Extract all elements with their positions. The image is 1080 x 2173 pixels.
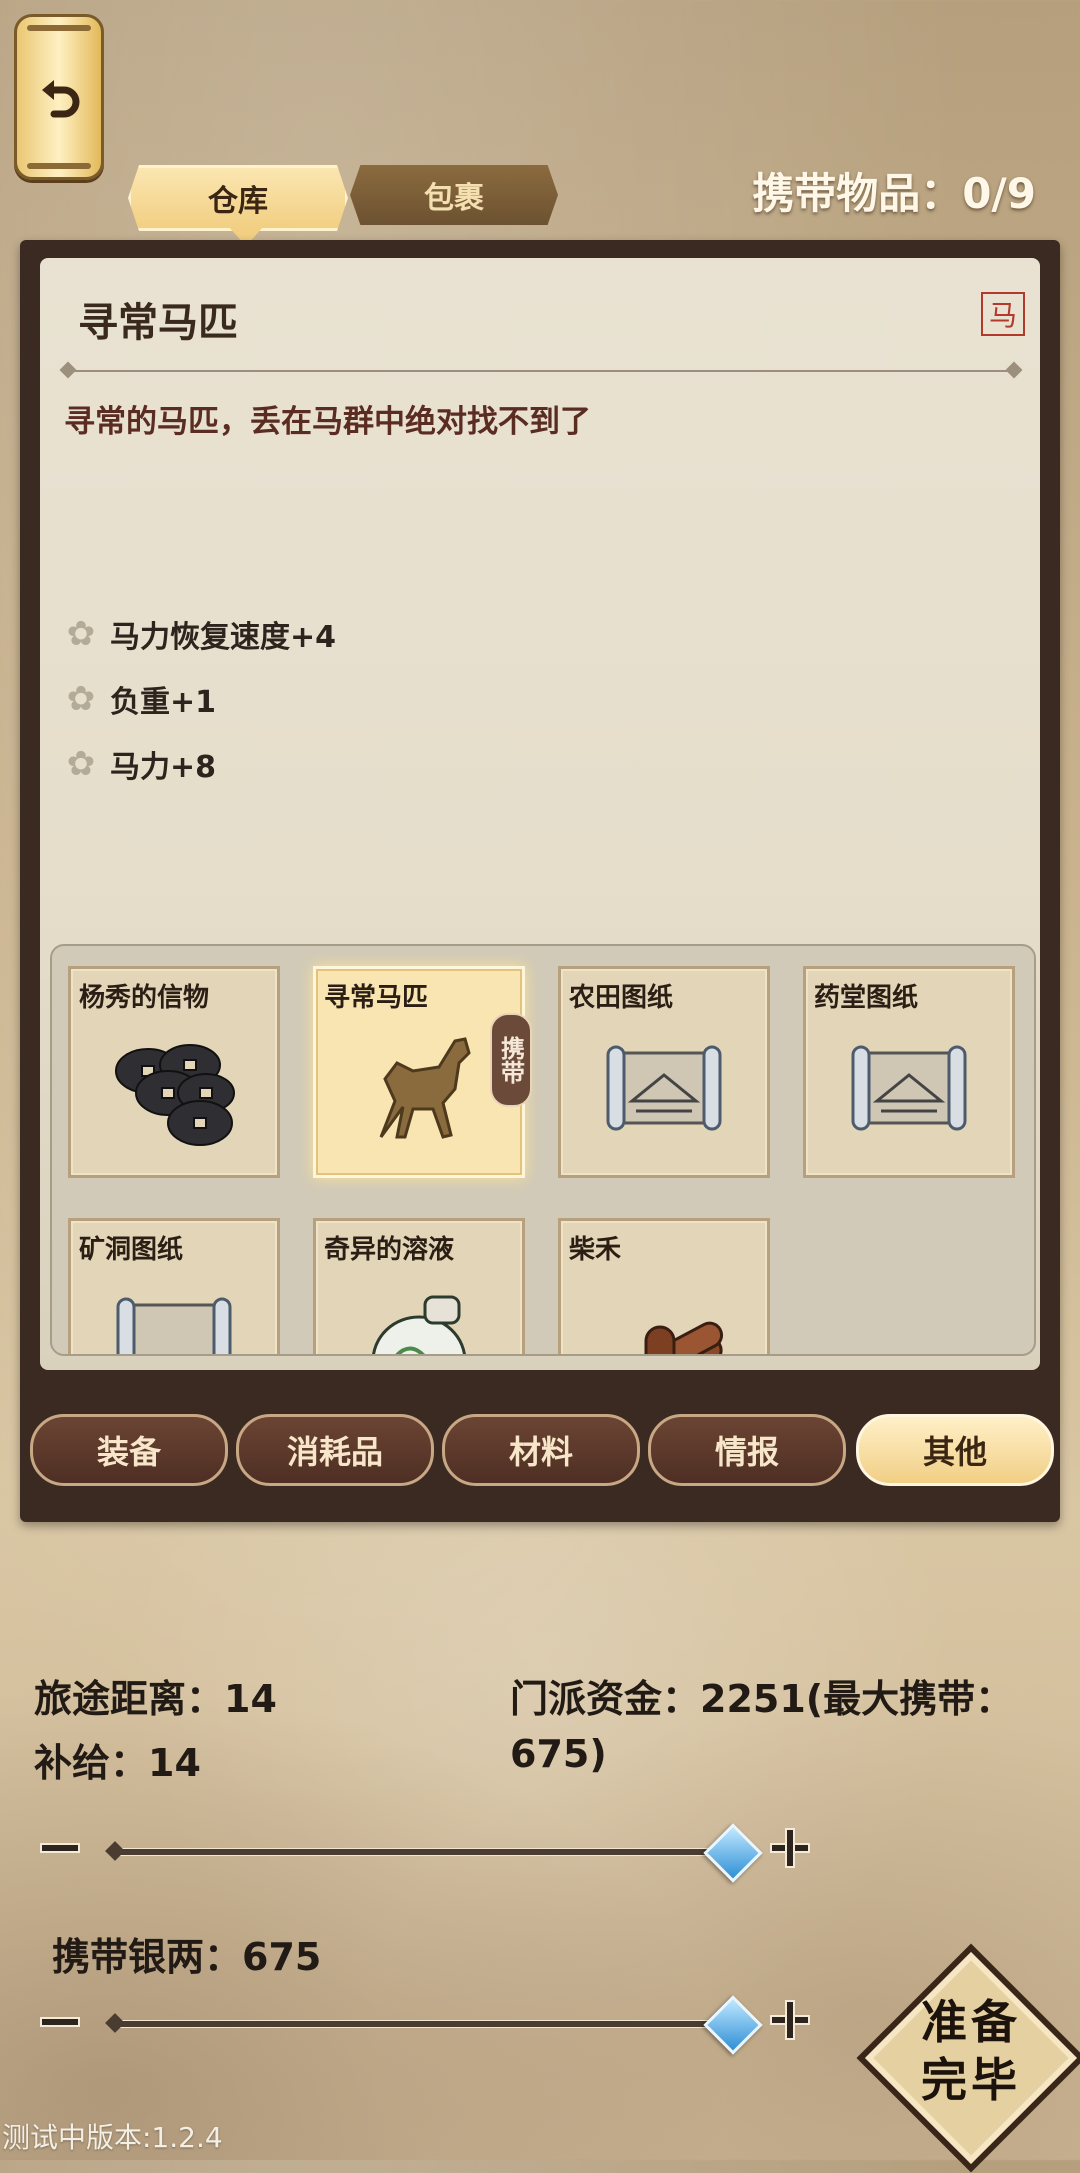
item-type-seal: 马: [981, 292, 1025, 336]
item-name: 矿洞图纸: [79, 1235, 184, 1265]
ready-line-1: 准备: [921, 1995, 1021, 2049]
sect-funds-max: 675): [510, 1732, 607, 1776]
flower-icon: ✿: [66, 614, 96, 654]
potion-icon: [372, 1295, 466, 1354]
item-slot[interactable]: 矿洞图纸: [68, 1218, 280, 1354]
tab-package[interactable]: 包裹: [350, 165, 558, 225]
category-other[interactable]: 其他: [856, 1414, 1054, 1486]
scroll-icon: [851, 1045, 967, 1131]
travel-distance: 旅途距离：14: [34, 1677, 277, 1721]
item-name: 药堂图纸: [814, 983, 919, 1013]
coins-icon: [115, 1044, 235, 1146]
carry-count: 携带物品：0/9: [752, 169, 1036, 218]
item-name: 杨秀的信物: [79, 983, 210, 1013]
flower-icon: ✿: [66, 744, 96, 784]
scroll-icon: [606, 1045, 722, 1131]
stat-text: 马力恢复速度+4: [110, 620, 337, 655]
back-arrow-icon: [42, 80, 80, 118]
item-description: 寻常的马匹，丢在马群中绝对找不到了: [64, 404, 591, 440]
item-slot[interactable]: 农田图纸: [558, 966, 770, 1178]
stat-row: ✿ 马力恢复速度+4: [64, 612, 336, 656]
category-intel[interactable]: 情报: [648, 1414, 846, 1486]
silver-slider-track[interactable]: [112, 2020, 734, 2028]
back-button[interactable]: [14, 14, 104, 180]
flower-icon: ✿: [66, 679, 96, 719]
ready-button[interactable]: 准备 完毕: [856, 1943, 1080, 2173]
category-equipment[interactable]: 装备: [30, 1414, 228, 1486]
item-name: 柴禾: [569, 1235, 622, 1265]
item-slot[interactable]: 柴禾: [558, 1218, 770, 1354]
supply-slider-track[interactable]: [112, 1848, 734, 1856]
stat-text: 马力+8: [110, 750, 217, 785]
supply-plus-button[interactable]: [770, 1828, 810, 1868]
item-name: 奇异的溶液: [324, 1235, 455, 1265]
silver-minus-button[interactable]: [40, 2002, 80, 2042]
category-consumables[interactable]: 消耗品: [236, 1414, 434, 1486]
stat-text: 负重+1: [110, 685, 217, 720]
ready-line-2: 完毕: [921, 2053, 1021, 2107]
carry-tag: 携带: [490, 1013, 532, 1107]
ready-button-label: 准备 完毕: [896, 1993, 1046, 2109]
stat-row: ✿ 负重+1: [64, 677, 216, 721]
supply-minus-button[interactable]: [40, 1828, 80, 1868]
tab-warehouse[interactable]: 仓库: [128, 165, 348, 231]
version-label: 测试中版本:1.2.4: [2, 2121, 223, 2154]
category-materials[interactable]: 材料: [442, 1414, 640, 1486]
item-slot-selected[interactable]: 寻常马匹 携带: [313, 966, 532, 1178]
item-grid[interactable]: 杨秀的信物 寻常马匹 携带 农田图纸 药堂图纸 矿洞图纸 奇异的溶液 柴禾: [50, 944, 1036, 1356]
carry-silver: 携带银两：675: [52, 1935, 322, 1979]
item-slot[interactable]: 杨秀的信物: [68, 966, 280, 1178]
detail-divider: [66, 370, 1016, 372]
item-name: 寻常马匹: [324, 983, 429, 1013]
firewood-icon: [619, 1321, 724, 1354]
silver-plus-button[interactable]: [770, 2000, 810, 2040]
horse-icon: [379, 1037, 471, 1139]
scroll-icon: [116, 1297, 232, 1354]
item-name: 农田图纸: [569, 983, 674, 1013]
item-slot[interactable]: 奇异的溶液: [313, 1218, 525, 1354]
stat-row: ✿ 马力+8: [64, 742, 216, 786]
item-slot[interactable]: 药堂图纸: [803, 966, 1015, 1178]
supply-amount: 补给：14: [34, 1741, 201, 1785]
item-detail-title: 寻常马匹: [78, 300, 238, 346]
sect-funds: 门派资金：2251(最大携带：: [510, 1677, 1014, 1721]
